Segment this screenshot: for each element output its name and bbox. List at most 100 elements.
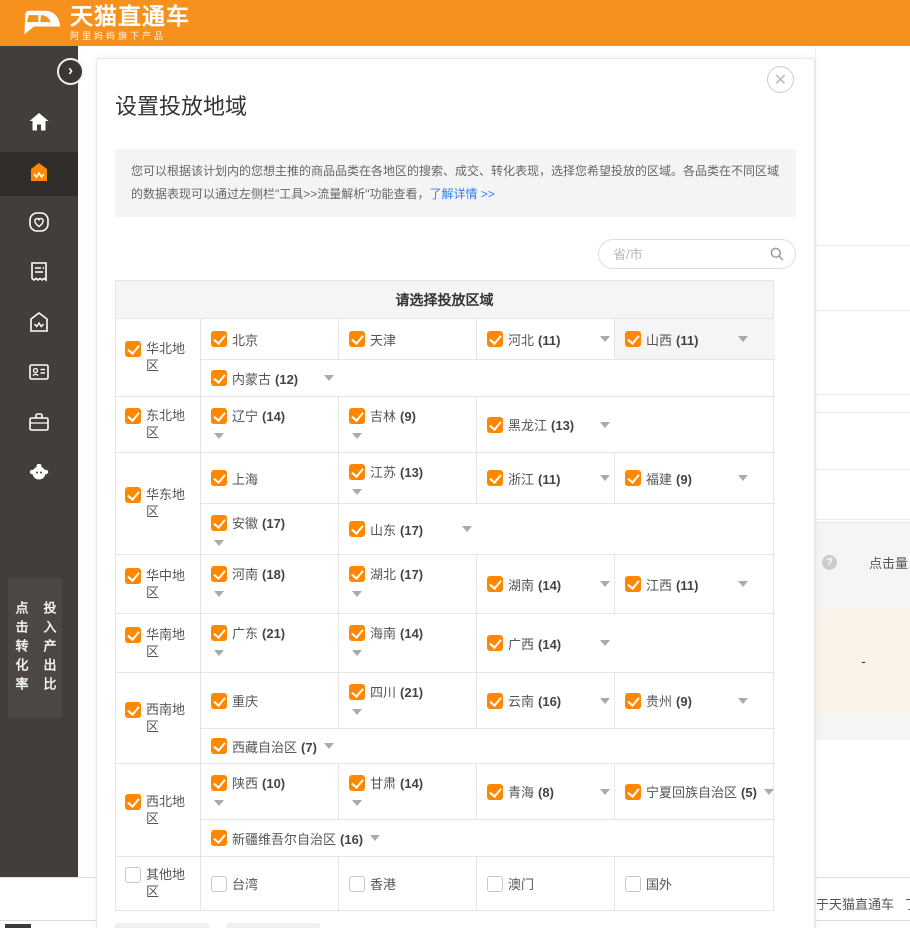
province-checkbox[interactable] — [211, 693, 227, 709]
chevron-down-icon[interactable] — [600, 336, 610, 342]
province-checkbox[interactable] — [487, 635, 503, 651]
sidebar-item-report[interactable] — [0, 252, 78, 296]
deselect-all-button[interactable]: 全部取消 — [226, 923, 320, 928]
chevron-down-icon[interactable] — [214, 591, 224, 597]
region-checkbox[interactable] — [125, 702, 141, 718]
province-checkbox[interactable] — [349, 331, 365, 347]
province-checkbox[interactable] — [625, 470, 641, 486]
province-checkbox[interactable] — [487, 693, 503, 709]
help-icon[interactable]: ? — [822, 555, 837, 570]
province-cell[interactable]: 浙江(11) — [477, 453, 615, 503]
chevron-down-icon[interactable] — [352, 650, 362, 656]
region-cell[interactable]: 华东地区 — [116, 453, 201, 554]
sidebar-item-account[interactable] — [0, 352, 78, 396]
province-cell[interactable]: 北京 — [201, 319, 339, 359]
province-cell[interactable]: 青海(8) — [477, 764, 615, 819]
region-cell[interactable]: 华中地区 — [116, 555, 201, 613]
province-checkbox[interactable] — [487, 784, 503, 800]
chevron-down-icon[interactable] — [764, 789, 774, 795]
chevron-down-icon[interactable] — [600, 640, 610, 646]
province-cell[interactable]: 贵州(9) — [615, 673, 775, 728]
chevron-down-icon[interactable] — [352, 433, 362, 439]
learn-more-link[interactable]: 了解详情 >> — [430, 187, 495, 201]
province-cell[interactable]: 云南(16) — [477, 673, 615, 728]
chevron-down-icon[interactable] — [352, 800, 362, 806]
province-cell[interactable]: 四川(21) — [339, 673, 477, 728]
chevron-down-icon[interactable] — [600, 698, 610, 704]
region-checkbox[interactable] — [125, 794, 141, 810]
province-cell[interactable]: 天津 — [339, 319, 477, 359]
region-checkbox[interactable] — [125, 627, 141, 643]
province-cell[interactable]: 江苏(13) — [339, 453, 477, 503]
app-logo[interactable]: 天猫直通车 阿里妈妈旗下产品 — [20, 3, 190, 42]
chevron-down-icon[interactable] — [370, 835, 380, 841]
sidebar-item-business[interactable] — [0, 402, 78, 446]
close-icon[interactable]: ✕ — [767, 66, 794, 93]
province-cell[interactable]: 新疆维吾尔自治区(16) — [201, 820, 775, 856]
province-cell[interactable]: 甘肃(14) — [339, 764, 477, 819]
province-checkbox[interactable] — [349, 521, 365, 537]
sidebar-expand-button[interactable]: › — [57, 58, 84, 85]
province-checkbox[interactable] — [487, 576, 503, 592]
chevron-down-icon[interactable] — [462, 526, 472, 532]
province-checkbox[interactable] — [211, 470, 227, 486]
sidebar-item-favorites[interactable] — [0, 202, 78, 246]
province-checkbox[interactable] — [211, 408, 227, 424]
province-checkbox[interactable] — [625, 331, 641, 347]
province-cell[interactable]: 内蒙古(12) — [201, 360, 775, 396]
chevron-down-icon[interactable] — [352, 489, 362, 495]
province-checkbox[interactable] — [349, 625, 365, 641]
chevron-down-icon[interactable] — [214, 433, 224, 439]
province-checkbox[interactable] — [625, 693, 641, 709]
province-checkbox[interactable] — [487, 331, 503, 347]
province-checkbox[interactable] — [211, 625, 227, 641]
sidebar-item-tools[interactable] — [0, 452, 78, 496]
province-cell[interactable]: 海南(14) — [339, 614, 477, 672]
region-cell[interactable]: 华北地区 — [116, 319, 201, 396]
province-checkbox[interactable] — [625, 784, 641, 800]
chevron-down-icon[interactable] — [738, 336, 748, 342]
province-checkbox[interactable] — [211, 331, 227, 347]
chevron-down-icon[interactable] — [352, 591, 362, 597]
province-checkbox[interactable] — [487, 417, 503, 433]
province-cell[interactable]: 辽宁(14) — [201, 397, 339, 452]
province-cell[interactable]: 安徽(17) — [201, 504, 339, 554]
province-cell[interactable]: 香港 — [339, 857, 477, 910]
region-cell[interactable]: 西北地区 — [116, 764, 201, 856]
chevron-down-icon[interactable] — [600, 475, 610, 481]
province-cell[interactable]: 湖南(14) — [477, 555, 615, 613]
region-checkbox[interactable] — [125, 568, 141, 584]
province-cell[interactable]: 陕西(10) — [201, 764, 339, 819]
province-cell[interactable]: 台湾 — [201, 857, 339, 910]
chevron-down-icon[interactable] — [352, 709, 362, 715]
chevron-down-icon[interactable] — [738, 475, 748, 481]
province-checkbox[interactable] — [349, 464, 365, 480]
region-cell[interactable]: 华南地区 — [116, 614, 201, 672]
chevron-down-icon[interactable] — [214, 540, 224, 546]
province-checkbox[interactable] — [211, 515, 227, 531]
province-checkbox[interactable] — [349, 684, 365, 700]
region-checkbox[interactable] — [125, 341, 141, 357]
province-checkbox[interactable] — [349, 408, 365, 424]
province-checkbox[interactable] — [625, 876, 641, 892]
sidebar-item-shop[interactable] — [0, 302, 78, 346]
chevron-down-icon[interactable] — [324, 743, 334, 749]
province-cell[interactable]: 山东(17) — [339, 504, 775, 554]
province-search-box[interactable] — [598, 239, 796, 269]
region-cell[interactable]: 西南地区 — [116, 673, 201, 763]
province-checkbox[interactable] — [211, 566, 227, 582]
province-checkbox[interactable] — [625, 576, 641, 592]
province-checkbox[interactable] — [211, 830, 227, 846]
province-checkbox[interactable] — [349, 775, 365, 791]
chevron-down-icon[interactable] — [214, 800, 224, 806]
chevron-down-icon[interactable] — [600, 422, 610, 428]
region-checkbox[interactable] — [125, 408, 141, 424]
chevron-down-icon[interactable] — [600, 789, 610, 795]
province-cell[interactable]: 山西(11) — [615, 319, 775, 359]
region-cell[interactable]: 东北地区 — [116, 397, 201, 452]
chevron-down-icon[interactable] — [600, 581, 610, 587]
province-checkbox[interactable] — [211, 876, 227, 892]
province-checkbox[interactable] — [211, 738, 227, 754]
province-cell[interactable]: 河北(11) — [477, 319, 615, 359]
province-cell[interactable]: 河南(18) — [201, 555, 339, 613]
